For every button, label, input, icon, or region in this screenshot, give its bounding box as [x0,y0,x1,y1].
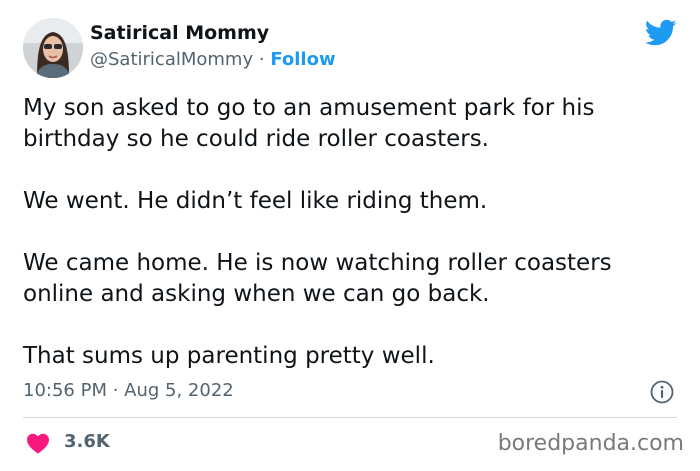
author-meta: @SatiricalMommy · Follow [90,49,336,70]
info-icon[interactable] [650,380,674,404]
meta-separator: · [258,49,265,70]
avatar-photo [23,18,83,78]
like-count[interactable]: 3.6K [64,431,110,452]
tweet-paragraph: That sums up parenting pretty well. [23,343,435,369]
avatar[interactable] [23,18,83,78]
tweet-paragraph: My son asked to go to an amusement park … [23,95,595,152]
heart-icon[interactable] [26,432,50,454]
author-handle[interactable]: @SatiricalMommy [90,49,253,70]
divider [23,417,677,418]
watermark: boredpanda.com [497,431,684,456]
tweet-card: Satirical Mommy @SatiricalMommy · Follow… [0,0,700,471]
tweet-paragraph: We came home. He is now watching roller … [23,250,612,307]
follow-button[interactable]: Follow [270,49,335,70]
twitter-bird-icon[interactable] [645,19,677,47]
tweet-text: My son asked to go to an amusement park … [23,93,688,372]
tweet-timestamp[interactable]: 10:56 PM · Aug 5, 2022 [23,380,234,401]
tweet-paragraph: We went. He didn’t feel like riding them… [23,188,488,214]
display-name[interactable]: Satirical Mommy [90,22,269,44]
